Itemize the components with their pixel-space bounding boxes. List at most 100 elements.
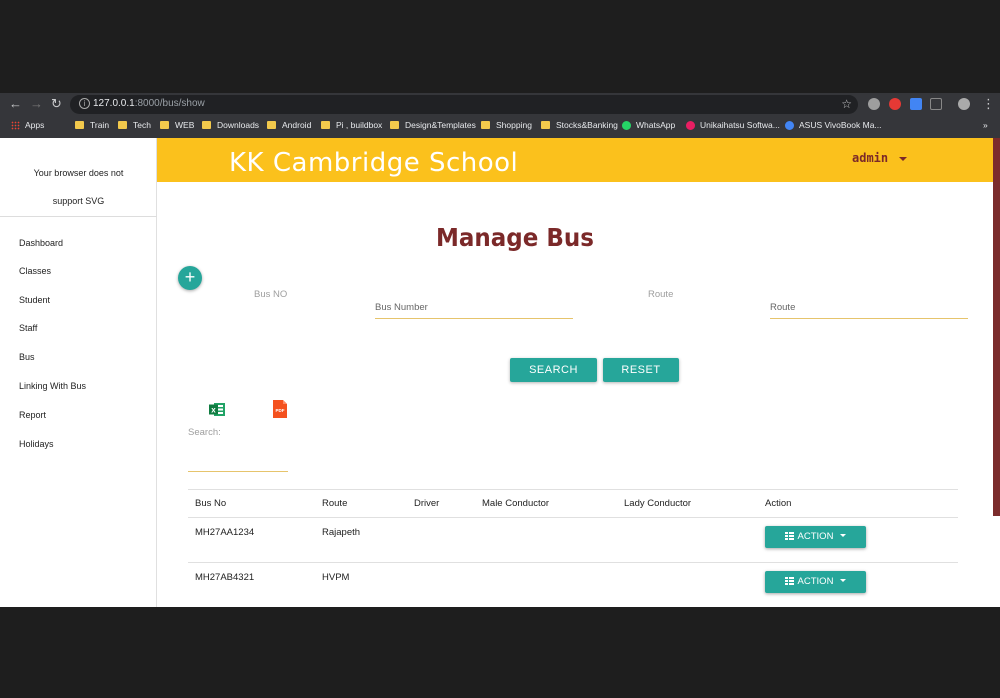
svg-text:PDF: PDF <box>276 408 285 413</box>
url-path: :8000/bus/show <box>134 98 205 109</box>
bookmark-item[interactable]: Android <box>267 120 311 130</box>
chevron-down-icon[interactable] <box>899 157 907 161</box>
cell-male-conductor <box>475 562 617 607</box>
bookmark-item[interactable]: Downloads <box>202 120 259 130</box>
bookmark-label: Apps <box>25 120 45 130</box>
address-bar[interactable]: i 127.0.0.1:8000/bus/show ☆ <box>70 95 858 114</box>
bus-no-label: Bus NO <box>254 289 288 300</box>
cell-action: ACTION <box>758 517 958 563</box>
add-bus-button[interactable]: + <box>178 266 202 290</box>
sidebar-item-report[interactable]: Report <box>19 410 46 420</box>
sidebar-item-holidays[interactable]: Holidays <box>19 439 54 449</box>
col-bus-no: Bus No <box>188 489 315 518</box>
school-name: KK Cambridge School <box>229 148 519 178</box>
cell-route: Rajapeth <box>315 517 407 563</box>
cell-male-conductor <box>475 517 617 563</box>
col-male-conductor: Male Conductor <box>475 489 617 518</box>
table-row: MH27AA1234 Rajapeth ACTION <box>188 517 958 563</box>
bookmark-label: Android <box>282 120 312 130</box>
cell-bus-no: MH27AA1234 <box>188 517 315 563</box>
bookmark-item[interactable]: Shopping <box>481 120 532 130</box>
sidebar-item-staff[interactable]: Staff <box>19 323 37 333</box>
caret-down-icon <box>840 534 847 537</box>
cell-route: HVPM <box>315 562 407 607</box>
folder-icon <box>481 121 490 129</box>
bookmark-item[interactable]: ASUS VivoBook Ma... <box>785 120 882 130</box>
reload-icon[interactable]: ↻ <box>51 97 62 111</box>
action-label: ACTION <box>797 576 834 587</box>
sidebar-item-bus[interactable]: Bus <box>19 352 35 362</box>
sidebar-item-linking-with-bus[interactable]: Linking With Bus <box>19 381 86 391</box>
bus-number-input[interactable]: Bus Number <box>375 295 573 319</box>
bookmark-item[interactable]: WhatsApp <box>622 120 675 130</box>
bookmark-label: Pi , buildbox <box>336 120 383 130</box>
scrollbar[interactable] <box>993 138 1000 516</box>
svg-note-line: Your browser does not <box>33 168 124 178</box>
user-menu[interactable]: admin <box>852 151 888 165</box>
bookmarks-bar: Apps Train Tech WEB Downloads Android Pi , bui… <box>0 116 1000 136</box>
bookmark-label: Design&Templates <box>405 120 476 130</box>
profile-avatar-icon[interactable] <box>958 98 970 110</box>
page-title: Manage Bus <box>436 223 594 252</box>
sidebar-item-student[interactable]: Student <box>19 295 50 305</box>
bookmark-item[interactable]: Pi , buildbox <box>321 120 382 130</box>
folder-icon <box>267 121 276 129</box>
cell-driver <box>407 517 475 563</box>
asus-icon <box>785 120 794 130</box>
bookmark-item[interactable]: Apps <box>11 120 44 130</box>
whatsapp-icon <box>622 120 631 130</box>
sidebar-item-classes[interactable]: Classes <box>19 266 51 276</box>
folder-icon <box>75 121 84 129</box>
bookmark-item[interactable]: Train <box>75 120 109 130</box>
bookmark-item[interactable]: Unikaihatsu Softwa... <box>686 120 780 130</box>
bookmark-label: Train <box>90 120 110 130</box>
bookmark-label: WEB <box>175 120 195 130</box>
bookmark-label: ASUS VivoBook Ma... <box>799 120 882 130</box>
cell-bus-no: MH27AB4321 <box>188 562 315 607</box>
apps-grid-icon <box>11 120 20 130</box>
bookmark-item[interactable]: Stocks&Banking <box>541 120 618 130</box>
table-search-input[interactable] <box>188 450 288 472</box>
more-bookmarks-icon[interactable]: » <box>983 120 988 130</box>
folder-icon <box>118 121 127 129</box>
extension-icon[interactable] <box>889 98 901 110</box>
search-button[interactable]: SEARCH <box>510 358 597 382</box>
cell-action: ACTION <box>758 562 958 607</box>
route-input[interactable]: Route <box>770 295 968 319</box>
table-row: MH27AB4321 HVPM ACTION <box>188 562 958 607</box>
unikaihatsu-icon <box>686 120 695 130</box>
action-dropdown-button[interactable]: ACTION <box>765 571 866 593</box>
action-dropdown-button[interactable]: ACTION <box>765 526 866 548</box>
bookmark-label: Shopping <box>496 120 532 130</box>
folder-icon <box>160 121 169 129</box>
svg-text:x: x <box>211 406 216 415</box>
translate-icon[interactable] <box>910 98 922 110</box>
table-search-label: Search: <box>188 427 221 438</box>
col-driver: Driver <box>407 489 475 518</box>
back-icon[interactable]: ← <box>9 97 22 111</box>
cell-driver <box>407 562 475 607</box>
pdf-icon[interactable]: PDF <box>273 400 287 418</box>
caret-down-icon <box>840 579 847 582</box>
bookmark-item[interactable]: Design&Templates <box>390 120 476 130</box>
bookmark-label: Stocks&Banking <box>556 120 618 130</box>
extension-icon[interactable] <box>930 98 942 110</box>
cell-lady-conductor <box>617 562 758 607</box>
route-placeholder: Route <box>770 302 796 313</box>
extension-icon[interactable] <box>868 98 880 110</box>
bookmark-star-icon[interactable]: ☆ <box>841 97 852 111</box>
folder-icon <box>321 121 330 129</box>
bookmark-label: Downloads <box>217 120 260 130</box>
bookmark-item[interactable]: WEB <box>160 120 194 130</box>
forward-icon[interactable]: → <box>30 97 43 111</box>
sidebar: Your browser does not support SVG Dashbo… <box>0 138 157 607</box>
table-header-row: Bus No Route Driver Male Conductor Lady … <box>188 489 958 518</box>
folder-icon <box>390 121 399 129</box>
bookmark-item[interactable]: Tech <box>118 120 151 130</box>
info-icon[interactable]: i <box>79 98 90 109</box>
bus-table: Bus No Route Driver Male Conductor Lady … <box>188 489 958 607</box>
reset-button[interactable]: RESET <box>603 358 679 382</box>
excel-icon[interactable]: x <box>209 402 225 417</box>
svg-note-line: support SVG <box>52 196 105 206</box>
menu-kebab-icon[interactable]: ⋮ <box>982 97 995 111</box>
